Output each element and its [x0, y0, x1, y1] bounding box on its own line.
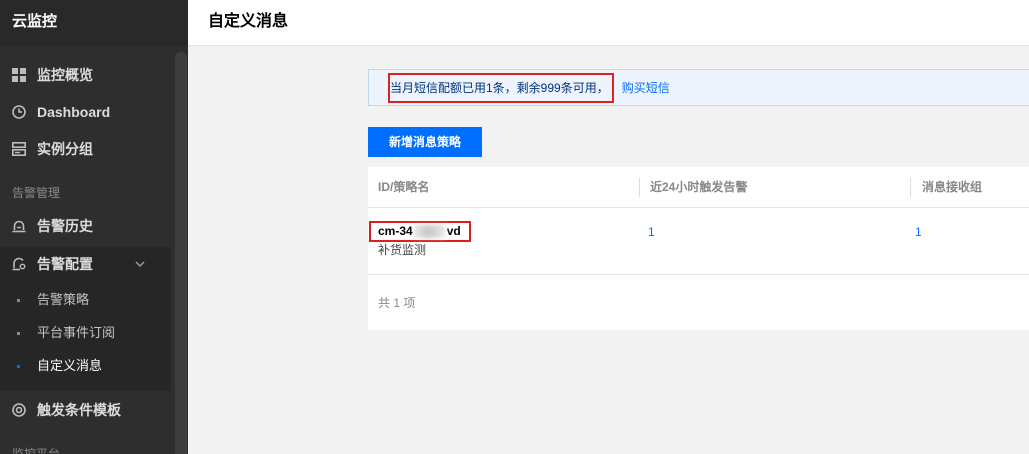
buy-sms-link[interactable]: 购买短信 — [622, 80, 670, 96]
chevron-down-icon[interactable] — [135, 261, 145, 267]
target-icon-graphic — [12, 403, 26, 417]
grid-icon-graphic — [12, 68, 26, 82]
column-header-alarms-24h: 近24小时触发告警 — [650, 180, 748, 194]
sidebar-subitem-label: 告警策略 — [37, 292, 90, 307]
sidebar-item-label: 实例分组 — [37, 141, 93, 157]
grid-icon — [12, 68, 26, 82]
product-title: 云监控 — [12, 13, 58, 30]
clock-icon — [12, 105, 26, 119]
sidebar-item-label: 监控概览 — [37, 67, 93, 83]
sidebar-subitem-label: 平台事件订阅 — [37, 325, 116, 340]
column-header-id: ID/策略名 — [378, 180, 430, 194]
bullet-dot-icon — [17, 365, 20, 368]
column-divider — [639, 178, 640, 197]
sidebar-subitem-label: 自定义消息 — [37, 358, 103, 373]
alarm-config-icon — [12, 257, 26, 271]
sidebar-item-alarm-config[interactable]: 告警配置 — [0, 246, 171, 282]
sidebar-item-alarm-history[interactable]: 告警历史 — [0, 208, 171, 244]
sidebar-subitem-alarm-policy[interactable]: 告警策略 — [0, 284, 171, 316]
sidebar-item-instance-groups[interactable]: 实例分组 — [0, 131, 171, 167]
sidebar-subitem-custom-message[interactable]: 自定义消息 — [0, 350, 171, 382]
sidebar-item-label: Dashboard — [37, 104, 111, 120]
notice-content: 当月短信配额已用1条，剩余999条可用， 购买短信 — [388, 72, 670, 103]
sidebar-item-label: 触发条件模板 — [37, 402, 121, 418]
receiver-groups-link[interactable]: 1 — [915, 223, 922, 241]
sidebar-section-label-monitor-platform: 监控平台 — [12, 447, 61, 454]
column-header-receiver-groups: 消息接收组 — [922, 180, 983, 194]
policy-id-end: vd — [446, 224, 461, 238]
alarm-history-icon-graphic — [12, 220, 26, 233]
sidebar-item-dashboard[interactable]: Dashboard — [0, 94, 171, 130]
policy-id-start: cm-34 — [378, 224, 413, 238]
bullet-dot-icon — [17, 299, 20, 302]
sms-quota-text: 当月短信配额已用1条，剩余999条可用， — [388, 72, 614, 103]
column-divider — [910, 178, 911, 197]
sidebar-item-label: 告警历史 — [37, 218, 93, 234]
message-policy-table: ID/策略名 近24小时触发告警 消息接收组 cm-34 vd 补货监测 1 1… — [368, 167, 1029, 330]
group-icon-graphic — [12, 142, 26, 156]
alarm-history-icon — [12, 219, 26, 233]
page-header: 自定义消息 — [188, 0, 1029, 46]
create-message-policy-button[interactable]: 新增消息策略 — [368, 127, 482, 157]
sidebar-header: 云监控 — [0, 0, 188, 46]
sidebar-section-label-alarm: 告警管理 — [12, 186, 61, 200]
page-title: 自定义消息 — [208, 13, 289, 30]
table-total-count: 共 1 项 — [378, 296, 416, 310]
bullet-dot-icon — [17, 332, 20, 335]
sidebar-scrollbar[interactable] — [175, 52, 187, 454]
sms-quota-notice: 当月短信配额已用1条，剩余999条可用， 购买短信 — [368, 69, 1029, 106]
sidebar-subitem-event-subscription[interactable]: 平台事件订阅 — [0, 317, 171, 349]
clock-icon-graphic — [12, 105, 26, 119]
table-row: cm-34 vd 补货监测 1 1 — [368, 208, 1029, 275]
chevron-down-icon-graphic — [135, 261, 145, 267]
redacted-id-blur — [413, 225, 446, 238]
sidebar-item-trigger-template[interactable]: 触发条件模板 — [0, 392, 171, 428]
group-icon — [12, 142, 26, 156]
policy-id-link[interactable]: cm-34 vd — [369, 221, 471, 242]
table-header: ID/策略名 近24小时触发告警 消息接收组 — [368, 167, 1029, 208]
policy-name: 补货监测 — [378, 243, 427, 257]
alarm-config-icon-graphic — [12, 257, 26, 271]
sidebar: 云监控 监控概览 Dashboard 实例分组 告警管理 告警历史 告警配置 告… — [0, 0, 188, 454]
alarms-24h-link[interactable]: 1 — [648, 223, 655, 241]
sidebar-item-label: 告警配置 — [37, 256, 93, 272]
sidebar-item-overview[interactable]: 监控概览 — [0, 57, 171, 93]
target-icon — [12, 403, 26, 417]
